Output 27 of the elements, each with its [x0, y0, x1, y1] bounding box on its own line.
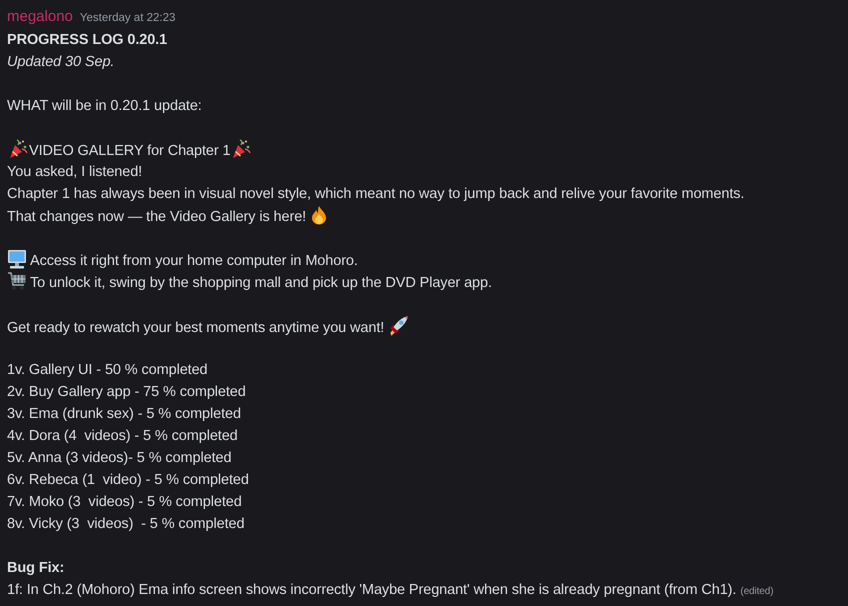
computer-icon — [7, 249, 27, 269]
party-popper-icon — [231, 139, 252, 159]
message-text: 8v. Vicky (3 videos) - 5 % completed — [7, 516, 244, 532]
shopping-cart-icon — [7, 271, 27, 291]
message-text: 7v. Moko (3 videos) - 5 % completed — [7, 494, 242, 510]
author-name[interactable]: megalono — [7, 6, 73, 28]
message-text: WHAT will be in 0.20.1 update: — [7, 98, 202, 114]
message-text: Access it right from your home computer in Mohoro. — [30, 253, 358, 269]
message-text: Updated 30 Sep. — [7, 54, 114, 70]
party-popper-icon — [8, 139, 28, 159]
message-text: Bug Fix: — [7, 560, 64, 576]
message-text: 3v. Ema (drunk sex) - 5 % completed — [7, 406, 241, 422]
message-text: 5v. Anna (3 videos)- 5 % completed — [7, 450, 232, 466]
message-text: Chapter 1 has always been in visual novel style, which meant no way to jump back and relive your favorite moments. — [7, 186, 744, 202]
edited-label: (edited) — [740, 586, 774, 597]
message-text: You asked, I listened! — [7, 164, 142, 180]
message-text: 2v. Buy Gallery app - 75 % completed — [7, 384, 246, 400]
message-text: VIDEO GALLERY for Chapter 1 — [29, 143, 230, 159]
timestamp: Yesterday at 22:23 — [80, 11, 176, 26]
message-text: 1v. Gallery UI - 50 % completed — [7, 362, 208, 378]
message-text: To unlock it, swing by the shopping mall and pick up the DVD Player app. — [30, 275, 492, 291]
message-text: Get ready to rewatch your best moments anytime you want! — [7, 320, 384, 336]
message-text: 4v. Dora (4 videos) - 5 % completed — [7, 428, 238, 444]
message-text: PROGRESS LOG 0.20.1 — [7, 32, 168, 48]
message-text: 6v. Rebeca (1 video) - 5 % completed — [7, 472, 249, 488]
message-text: 1f: In Ch.2 (Mohoro) Ema info screen shows incorrectly 'Maybe Pregnant' when she is already pregnant (from Ch1). — [7, 582, 736, 598]
message-text: That changes now — the Video Gallery is here! — [7, 209, 306, 225]
